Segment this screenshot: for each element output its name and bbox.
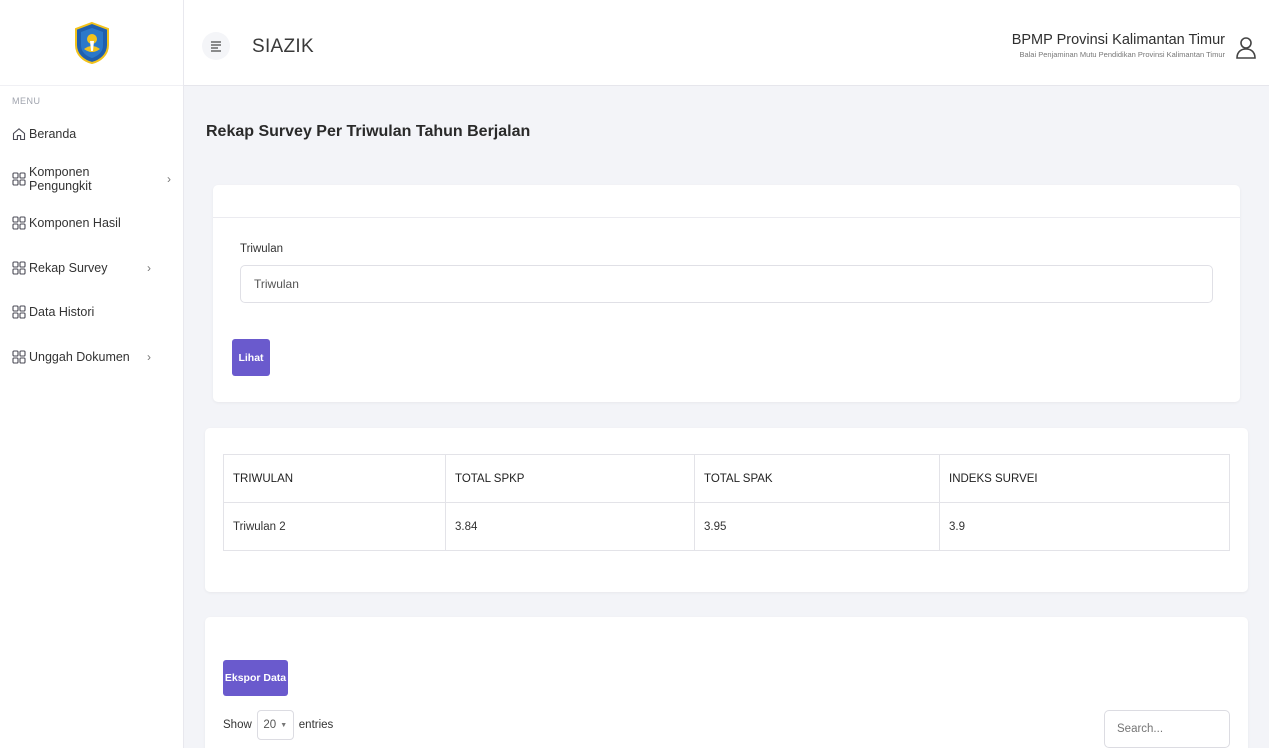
logo-area	[0, 0, 183, 86]
chevron-right-icon: ›	[167, 171, 171, 186]
grid-icon	[12, 172, 26, 186]
sidebar-item-unggah-dokumen[interactable]: Unggah Dokumen ›	[0, 335, 183, 380]
lihat-button[interactable]: Lihat	[232, 339, 270, 376]
sidebar-item-komponen-hasil[interactable]: Komponen Hasil	[0, 201, 183, 246]
menu-toggle-button[interactable]	[202, 32, 230, 60]
entries-length-control: Show 20 ▼ entries	[223, 710, 333, 740]
search-input[interactable]	[1104, 710, 1230, 748]
rekap-table: TRIWULAN TOTAL SPKP TOTAL SPAK INDEKS SU…	[223, 454, 1230, 551]
sidebar-item-label: Rekap Survey	[29, 260, 108, 275]
caret-down-icon: ▼	[280, 721, 288, 729]
grid-icon	[12, 305, 26, 319]
sidebar-item-rekap-survey[interactable]: Rekap Survey ›	[0, 246, 183, 291]
ekspor-data-button[interactable]: Ekspor Data	[223, 660, 288, 696]
triwulan-input[interactable]	[240, 265, 1213, 303]
chevron-right-icon: ›	[147, 260, 151, 275]
home-icon	[12, 127, 26, 141]
table-cell-triwulan: Triwulan 2	[223, 502, 446, 551]
show-label: Show	[223, 719, 252, 731]
table-cell-total-spkp: 3.84	[445, 502, 695, 551]
org-name: BPMP Provinsi Kalimantan Timur	[1011, 32, 1225, 48]
grid-icon	[12, 350, 26, 364]
column-header-indeks-survei[interactable]: INDEKS SURVEI	[939, 454, 1230, 503]
chevron-right-icon: ›	[147, 349, 151, 364]
sidebar: MENU Beranda Komponen Pengungkit › Kompo…	[0, 0, 184, 748]
entries-label: entries	[298, 719, 334, 731]
app-title: SIAZIK	[252, 36, 314, 57]
data-list-card: Ekspor Data Show 20 ▼ entries	[205, 617, 1248, 748]
sidebar-item-label: Komponen Hasil	[29, 216, 121, 231]
entries-select[interactable]: 20 ▼	[256, 710, 294, 740]
org-subtitle: Balai Penjaminan Mutu Pendidikan Provins…	[1019, 50, 1225, 59]
topbar: SIAZIK BPMP Provinsi Kalimantan Timur Ba…	[184, 0, 1269, 86]
user-icon[interactable]	[1235, 36, 1257, 63]
filter-card: Triwulan Lihat	[213, 185, 1240, 402]
sidebar-item-komponen-pengungkit[interactable]: Komponen Pengungkit ›	[0, 157, 183, 202]
sidebar-item-label: Data Histori	[29, 305, 95, 320]
rekap-table-card: TRIWULAN TOTAL SPKP TOTAL SPAK INDEKS SU…	[205, 428, 1248, 592]
menu-section-label: MENU	[12, 96, 41, 106]
sidebar-item-beranda[interactable]: Beranda	[0, 112, 183, 157]
hamburger-icon	[211, 41, 221, 52]
sidebar-item-label: Unggah Dokumen	[29, 349, 130, 364]
column-header-total-spak[interactable]: TOTAL SPAK	[694, 454, 940, 503]
sidebar-nav: Beranda Komponen Pengungkit › Komponen H…	[0, 112, 183, 379]
table-header-row: TRIWULAN TOTAL SPKP TOTAL SPAK INDEKS SU…	[223, 454, 1230, 503]
page-title: Rekap Survey Per Triwulan Tahun Berjalan	[206, 123, 531, 140]
table-cell-total-spak: 3.95	[694, 502, 940, 551]
table-cell-indeks-survei: 3.9	[939, 502, 1230, 551]
sidebar-item-label: Beranda	[29, 127, 77, 142]
entries-select-value: 20	[263, 719, 277, 731]
column-header-total-spkp[interactable]: TOTAL SPKP	[445, 454, 695, 503]
table-row: Triwulan 2 3.84 3.95 3.9	[223, 502, 1230, 551]
grid-icon	[12, 261, 26, 275]
org-info: BPMP Provinsi Kalimantan Timur Balai Pen…	[1012, 32, 1225, 59]
sidebar-item-label: Komponen Pengungkit	[29, 164, 92, 193]
grid-icon	[12, 216, 26, 230]
card-header	[213, 185, 1240, 218]
tut-wuri-handayani-logo-icon[interactable]	[72, 21, 112, 65]
triwulan-label: Triwulan	[240, 243, 284, 255]
sidebar-item-data-histori[interactable]: Data Histori	[0, 290, 183, 335]
column-header-triwulan[interactable]: TRIWULAN	[223, 454, 446, 503]
